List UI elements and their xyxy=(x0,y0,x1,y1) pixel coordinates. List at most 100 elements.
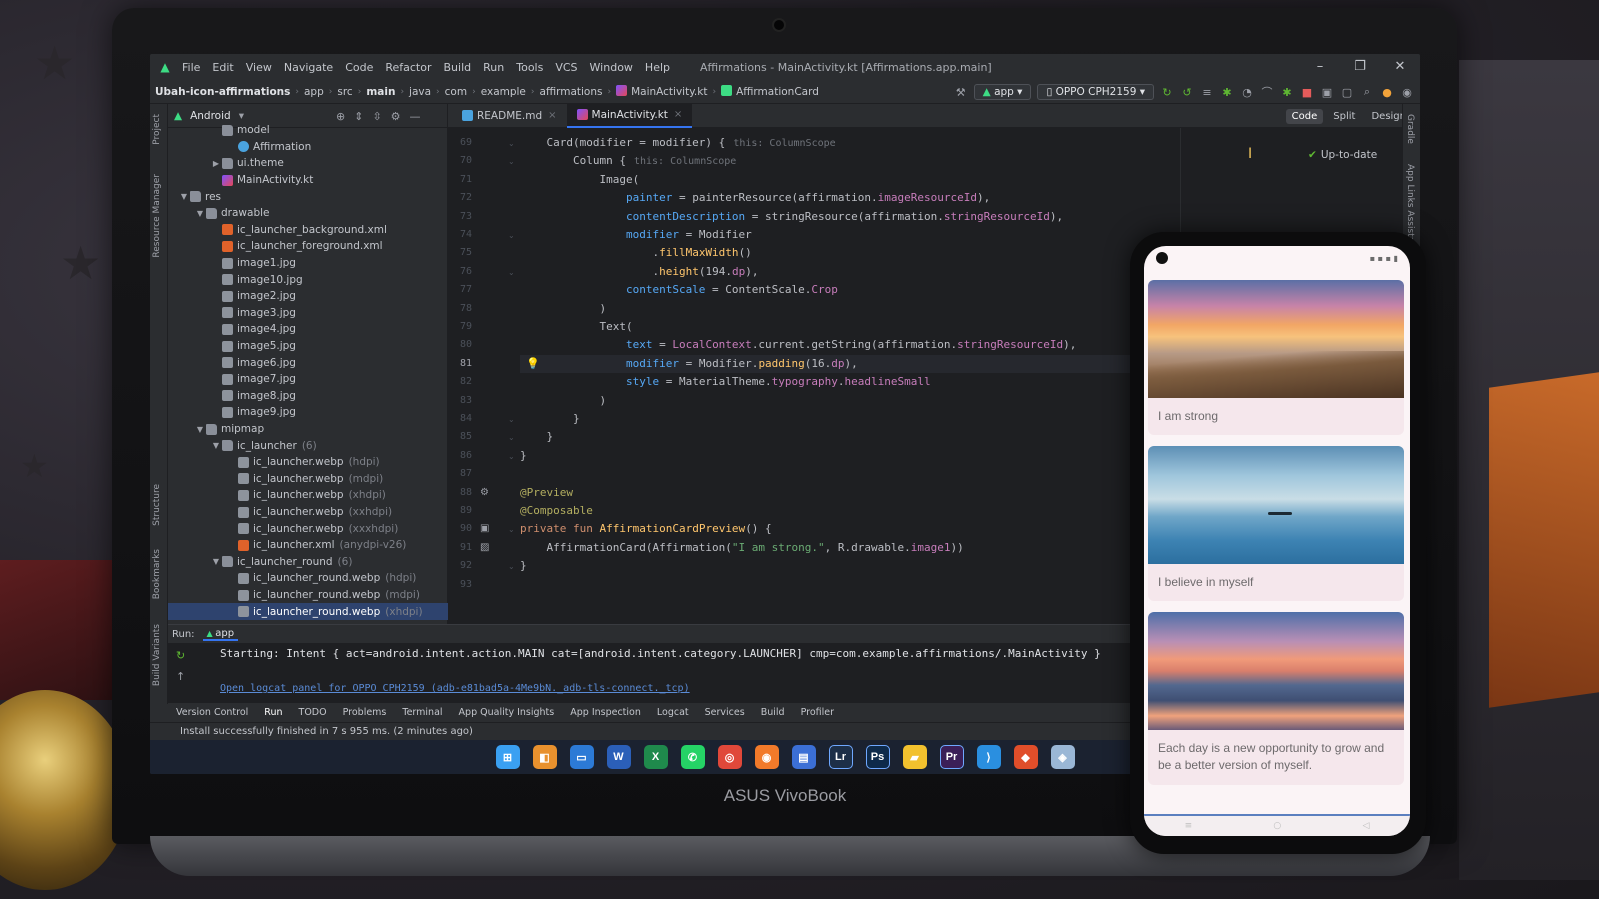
chrome-taskbar-icon[interactable]: ◎ xyxy=(717,745,742,769)
word-taskbar-icon[interactable]: W xyxy=(606,745,631,769)
pr-taskbar-icon[interactable]: Pr xyxy=(939,745,964,769)
fold-icon[interactable]: ⌄ xyxy=(508,139,515,148)
code-line[interactable]: AffirmationCard(Affirmation("I am strong… xyxy=(520,539,963,557)
tree-item[interactable]: ▼ mipmap xyxy=(168,421,448,438)
office-taskbar-icon[interactable]: ◆ xyxy=(1013,745,1038,769)
tree-item[interactable]: ic_launcher.webp (xxhdpi) xyxy=(168,504,448,521)
fold-icon[interactable]: ⌄ xyxy=(508,525,515,534)
code-line[interactable]: style = MaterialTheme.typography.headlin… xyxy=(520,373,931,391)
menu-item-refactor[interactable]: Refactor xyxy=(379,61,437,74)
tree-item[interactable]: ic_launcher.webp (mdpi) xyxy=(168,471,448,488)
tree-toggle-icon[interactable]: ▶ xyxy=(210,159,222,168)
breadcrumb-item[interactable]: Ubah-icon-affirmations xyxy=(150,86,295,98)
image-preview-icon[interactable]: ▨ xyxy=(480,542,489,553)
tool-tab-terminal[interactable]: Terminal xyxy=(402,707,442,718)
code-line[interactable]: Image( xyxy=(520,171,639,189)
code-line[interactable]: } xyxy=(520,428,553,446)
search-icon[interactable]: ⌕ xyxy=(1360,85,1374,99)
fold-icon[interactable]: ⌄ xyxy=(508,231,515,240)
tool-tab-profiler[interactable]: Profiler xyxy=(801,707,834,718)
logcat-link[interactable]: Open logcat panel for OPPO CPH2159 (adb-… xyxy=(220,683,690,694)
tree-item[interactable]: ic_launcher.webp (xxxhdpi) xyxy=(168,520,448,537)
code-line[interactable]: contentDescription = stringResource(affi… xyxy=(520,208,1063,226)
close-icon[interactable]: ✕ xyxy=(1380,54,1420,80)
device-manager-icon[interactable]: ▣ xyxy=(1320,85,1334,99)
strip-bookmarks[interactable]: Bookmarks xyxy=(152,549,162,599)
studio-taskbar-icon[interactable]: ◈ xyxy=(1050,745,1075,769)
tree-item[interactable]: image5.jpg xyxy=(168,338,448,355)
tree-item[interactable]: ▶ ui.theme xyxy=(168,155,448,172)
code-line[interactable]: modifier = Modifier.padding(16.dp), xyxy=(520,354,1180,374)
rerun-icon[interactable]: ↻ xyxy=(1160,85,1174,99)
code-line[interactable]: modifier = Modifier xyxy=(520,226,752,244)
code-line[interactable]: text = LocalContext.current.getString(af… xyxy=(520,336,1076,354)
fold-icon[interactable]: ⌄ xyxy=(508,452,515,461)
code-line[interactable]: Card(modifier = modifier) {this: ColumnS… xyxy=(520,134,835,152)
tree-toggle-icon[interactable]: ▼ xyxy=(194,209,206,218)
hammer-icon[interactable]: ⚒ xyxy=(954,85,968,99)
tree-item[interactable]: ic_launcher_background.xml xyxy=(168,222,448,239)
tree-item[interactable]: ▼ res xyxy=(168,188,448,205)
fold-icon[interactable]: ⌄ xyxy=(508,433,515,442)
menu-item-help[interactable]: Help xyxy=(639,61,676,74)
code-editor[interactable]: 69 ⌄ 70 ⌄ 71 72 73 74 ⌄ 75 76 ⌄ 77 78 79 80 81 82 83 84 ⌄ 85 ⌄… xyxy=(448,128,1180,624)
tree-item[interactable]: model xyxy=(168,122,448,139)
menu-item-build[interactable]: Build xyxy=(438,61,478,74)
strip-gradle[interactable]: Gradle xyxy=(1405,114,1415,144)
code-line[interactable]: .fillMaxWidth() xyxy=(520,244,751,262)
tree-item[interactable]: ic_launcher_foreground.xml xyxy=(168,238,448,255)
affirmation-card[interactable]: I am strong xyxy=(1148,280,1404,436)
tool-tab-app-quality-insights[interactable]: App Quality Insights xyxy=(459,707,555,718)
start-taskbar-icon[interactable]: ⊞ xyxy=(495,745,520,769)
strip-project[interactable]: Project xyxy=(152,114,162,145)
breadcrumb-item[interactable]: src xyxy=(332,86,357,98)
firefox-taskbar-icon[interactable]: ◉ xyxy=(754,745,779,769)
scroll-up-icon[interactable]: ↑ xyxy=(176,670,185,683)
lightbulb-icon[interactable]: 💡 xyxy=(526,357,540,370)
code-line[interactable]: contentScale = ContentScale.Crop xyxy=(520,281,838,299)
code-line[interactable]: @Composable xyxy=(520,502,593,520)
close-tab-icon[interactable]: × xyxy=(674,109,682,120)
tree-item[interactable]: Affirmation xyxy=(168,139,448,156)
code-line[interactable]: Column {this: ColumnScope xyxy=(520,152,736,170)
tree-item[interactable]: image4.jpg xyxy=(168,321,448,338)
tool-tab-app-inspection[interactable]: App Inspection xyxy=(570,707,641,718)
hide-icon[interactable]: — xyxy=(410,110,421,123)
desktop-taskbar-icon[interactable]: ▭ xyxy=(569,745,594,769)
tree-item[interactable]: ic_launcher_round.webp (mdpi) xyxy=(168,587,448,604)
expand-all-icon[interactable]: ⇕ xyxy=(354,110,363,123)
strip-resource-manager[interactable]: Resource Manager xyxy=(152,174,162,258)
vscode-taskbar-icon[interactable]: ⟩ xyxy=(976,745,1001,769)
tree-item[interactable]: image6.jpg xyxy=(168,354,448,371)
run-tab-app[interactable]: app xyxy=(202,628,239,641)
code-line[interactable]: @Preview xyxy=(520,484,573,502)
tool-tab-logcat[interactable]: Logcat xyxy=(657,707,689,718)
tool-tab-services[interactable]: Services xyxy=(705,707,745,718)
tree-toggle-icon[interactable]: ▼ xyxy=(194,425,206,434)
breadcrumb-item[interactable]: main xyxy=(361,86,400,98)
breadcrumb-item[interactable]: app xyxy=(299,86,329,98)
back-icon[interactable]: ◁ xyxy=(1362,821,1369,831)
menu-lines-icon[interactable]: ≡ xyxy=(1200,85,1214,99)
tree-item[interactable]: ic_launcher.webp (xhdpi) xyxy=(168,487,448,504)
tool-tab-build[interactable]: Build xyxy=(761,707,785,718)
tool-tab-run[interactable]: Run xyxy=(264,707,282,718)
tree-item[interactable]: image1.jpg xyxy=(168,255,448,272)
strip-structure[interactable]: Structure xyxy=(152,484,162,526)
stop-icon[interactable]: ■ xyxy=(1300,85,1314,99)
breadcrumb-item[interactable]: example xyxy=(476,86,531,98)
store-taskbar-icon[interactable]: ▤ xyxy=(791,745,816,769)
tree-item[interactable]: image8.jpg xyxy=(168,388,448,405)
breadcrumb-item[interactable]: java xyxy=(404,86,436,98)
fold-icon[interactable]: ⌄ xyxy=(508,415,515,424)
strip-build-variants[interactable]: Build Variants xyxy=(152,624,162,686)
project-view-select[interactable]: Android xyxy=(190,110,231,122)
debug-bug-icon[interactable]: ✱ xyxy=(1220,85,1234,99)
attach-debugger-icon[interactable]: ✱ xyxy=(1280,85,1294,99)
whatsapp-taskbar-icon[interactable]: ✆ xyxy=(680,745,705,769)
tree-item[interactable]: MainActivity.kt xyxy=(168,172,448,189)
code-line[interactable]: painter = painterResource(affirmation.im… xyxy=(520,189,990,207)
menu-icon[interactable]: ≡ xyxy=(1185,821,1193,831)
split-view-button[interactable]: Split xyxy=(1327,109,1361,124)
tree-item[interactable]: ▼ drawable xyxy=(168,205,448,222)
